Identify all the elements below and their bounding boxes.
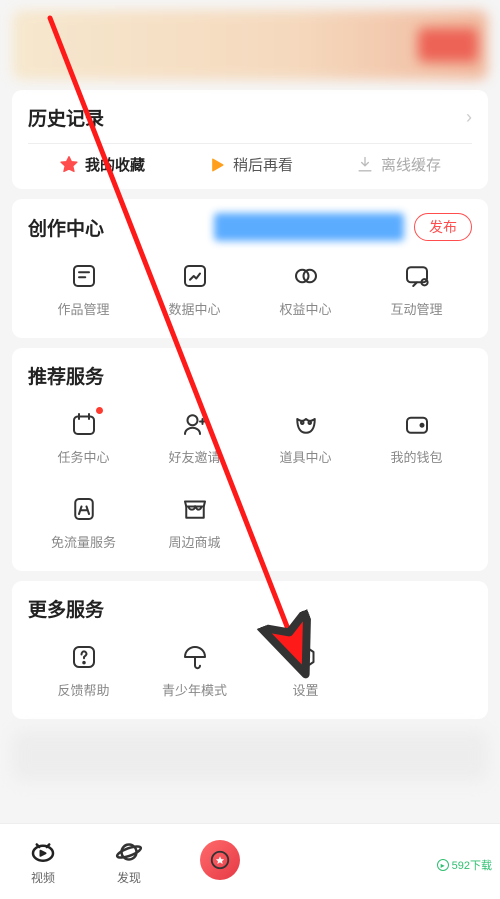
watermark: ▸ 592下载 [437,857,492,873]
creation-item-interact[interactable]: 互动管理 [361,255,472,324]
more-title: 更多服务 [28,595,104,622]
umbrella-icon [180,642,210,672]
item-label: 免流量服务 [51,532,116,551]
question-icon [69,642,99,672]
nav-video[interactable]: 视频 [28,837,58,886]
item-label: 设置 [292,680,318,699]
item-label: 我的钱包 [390,447,442,466]
watermark-text: 592下载 [452,857,492,873]
tab-label: 离线缓存 [381,154,441,175]
more-item-teen-mode[interactable]: 青少年模式 [139,636,250,705]
video-icon [28,837,58,867]
tab-label: 我的收藏 [85,154,145,175]
more-item-settings[interactable]: 设置 [250,636,361,705]
bottom-nav: 视频 发现 [0,823,500,899]
creation-item-data[interactable]: 数据中心 [139,255,250,324]
more-card: 更多服务 反馈帮助 青少年模式 设置 [12,581,488,719]
recommend-item-wallet[interactable]: 我的钱包 [361,403,472,472]
profile-banner[interactable] [12,10,488,80]
history-title: 历史记录 [28,104,104,131]
history-tabs: 我的收藏 稍后再看 离线缓存 [28,143,472,175]
item-label: 权益中心 [279,299,331,318]
tab-label: 稍后再看 [233,154,293,175]
recommend-title: 推荐服务 [28,362,104,389]
item-label: 数据中心 [168,299,220,318]
item-label: 反馈帮助 [57,680,109,699]
blurred-content [12,731,488,781]
history-row[interactable]: 历史记录 › [28,104,472,131]
creation-item-rights[interactable]: 权益中心 [250,255,361,324]
item-label: 作品管理 [57,299,109,318]
tab-watch-later[interactable]: 稍后再看 [207,154,293,175]
profile-badge [418,28,478,62]
creation-card: 创作中心 发布 作品管理 数据中心 权益中心 互动管理 [12,199,488,338]
recommend-item-store[interactable]: 周边商城 [139,488,250,557]
chevron-right-icon: › [466,107,472,128]
more-item-feedback[interactable]: 反馈帮助 [28,636,139,705]
history-card: 历史记录 › 我的收藏 稍后再看 离线缓存 [12,90,488,189]
creation-item-works[interactable]: 作品管理 [28,255,139,324]
chat-icon [402,261,432,291]
recommend-item-tasks[interactable]: 任务中心 [28,403,139,472]
nav-center-button[interactable] [200,840,240,880]
tab-favorites[interactable]: 我的收藏 [59,154,145,175]
recommend-item-invite[interactable]: 好友邀请 [139,403,250,472]
nav-label: 视频 [31,869,55,886]
nav-label: 发现 [117,869,141,886]
badge-icon [291,261,321,291]
play-icon [207,155,227,175]
wallet-icon [402,409,432,439]
watermark-icon: ▸ [437,859,449,871]
planet-icon [114,837,144,867]
creation-grid: 作品管理 数据中心 权益中心 互动管理 [28,255,472,324]
item-label: 青少年模式 [162,680,227,699]
person-add-icon [180,409,210,439]
recommend-card: 推荐服务 任务中心 好友邀请 道具中心 我的钱包 [12,348,488,571]
star-circle-icon [209,849,231,871]
item-label: 周边商城 [168,532,220,551]
creation-banner [214,213,404,241]
tab-offline-cache[interactable]: 离线缓存 [355,154,441,175]
calendar-icon [69,409,99,439]
notification-dot [96,407,103,414]
download-icon [355,155,375,175]
nav-discover[interactable]: 发现 [114,837,144,886]
list-icon [69,261,99,291]
item-label: 互动管理 [390,299,442,318]
item-label: 任务中心 [57,447,109,466]
more-grid: 反馈帮助 青少年模式 设置 [28,636,472,705]
recommend-grid: 任务中心 好友邀请 道具中心 我的钱包 免流量服务 周边商城 [28,403,472,557]
chart-icon [180,261,210,291]
nav-center[interactable] [200,844,240,880]
creation-title: 创作中心 [28,214,104,241]
store-icon [180,494,210,524]
publish-button[interactable]: 发布 [414,213,472,241]
recommend-item-free-data[interactable]: 免流量服务 [28,488,139,557]
item-label: 道具中心 [279,447,331,466]
recommend-item-props[interactable]: 道具中心 [250,403,361,472]
star-icon [59,155,79,175]
mask-icon [291,409,321,439]
gear-icon [291,642,321,672]
item-label: 好友邀请 [168,447,220,466]
sim-icon [69,494,99,524]
